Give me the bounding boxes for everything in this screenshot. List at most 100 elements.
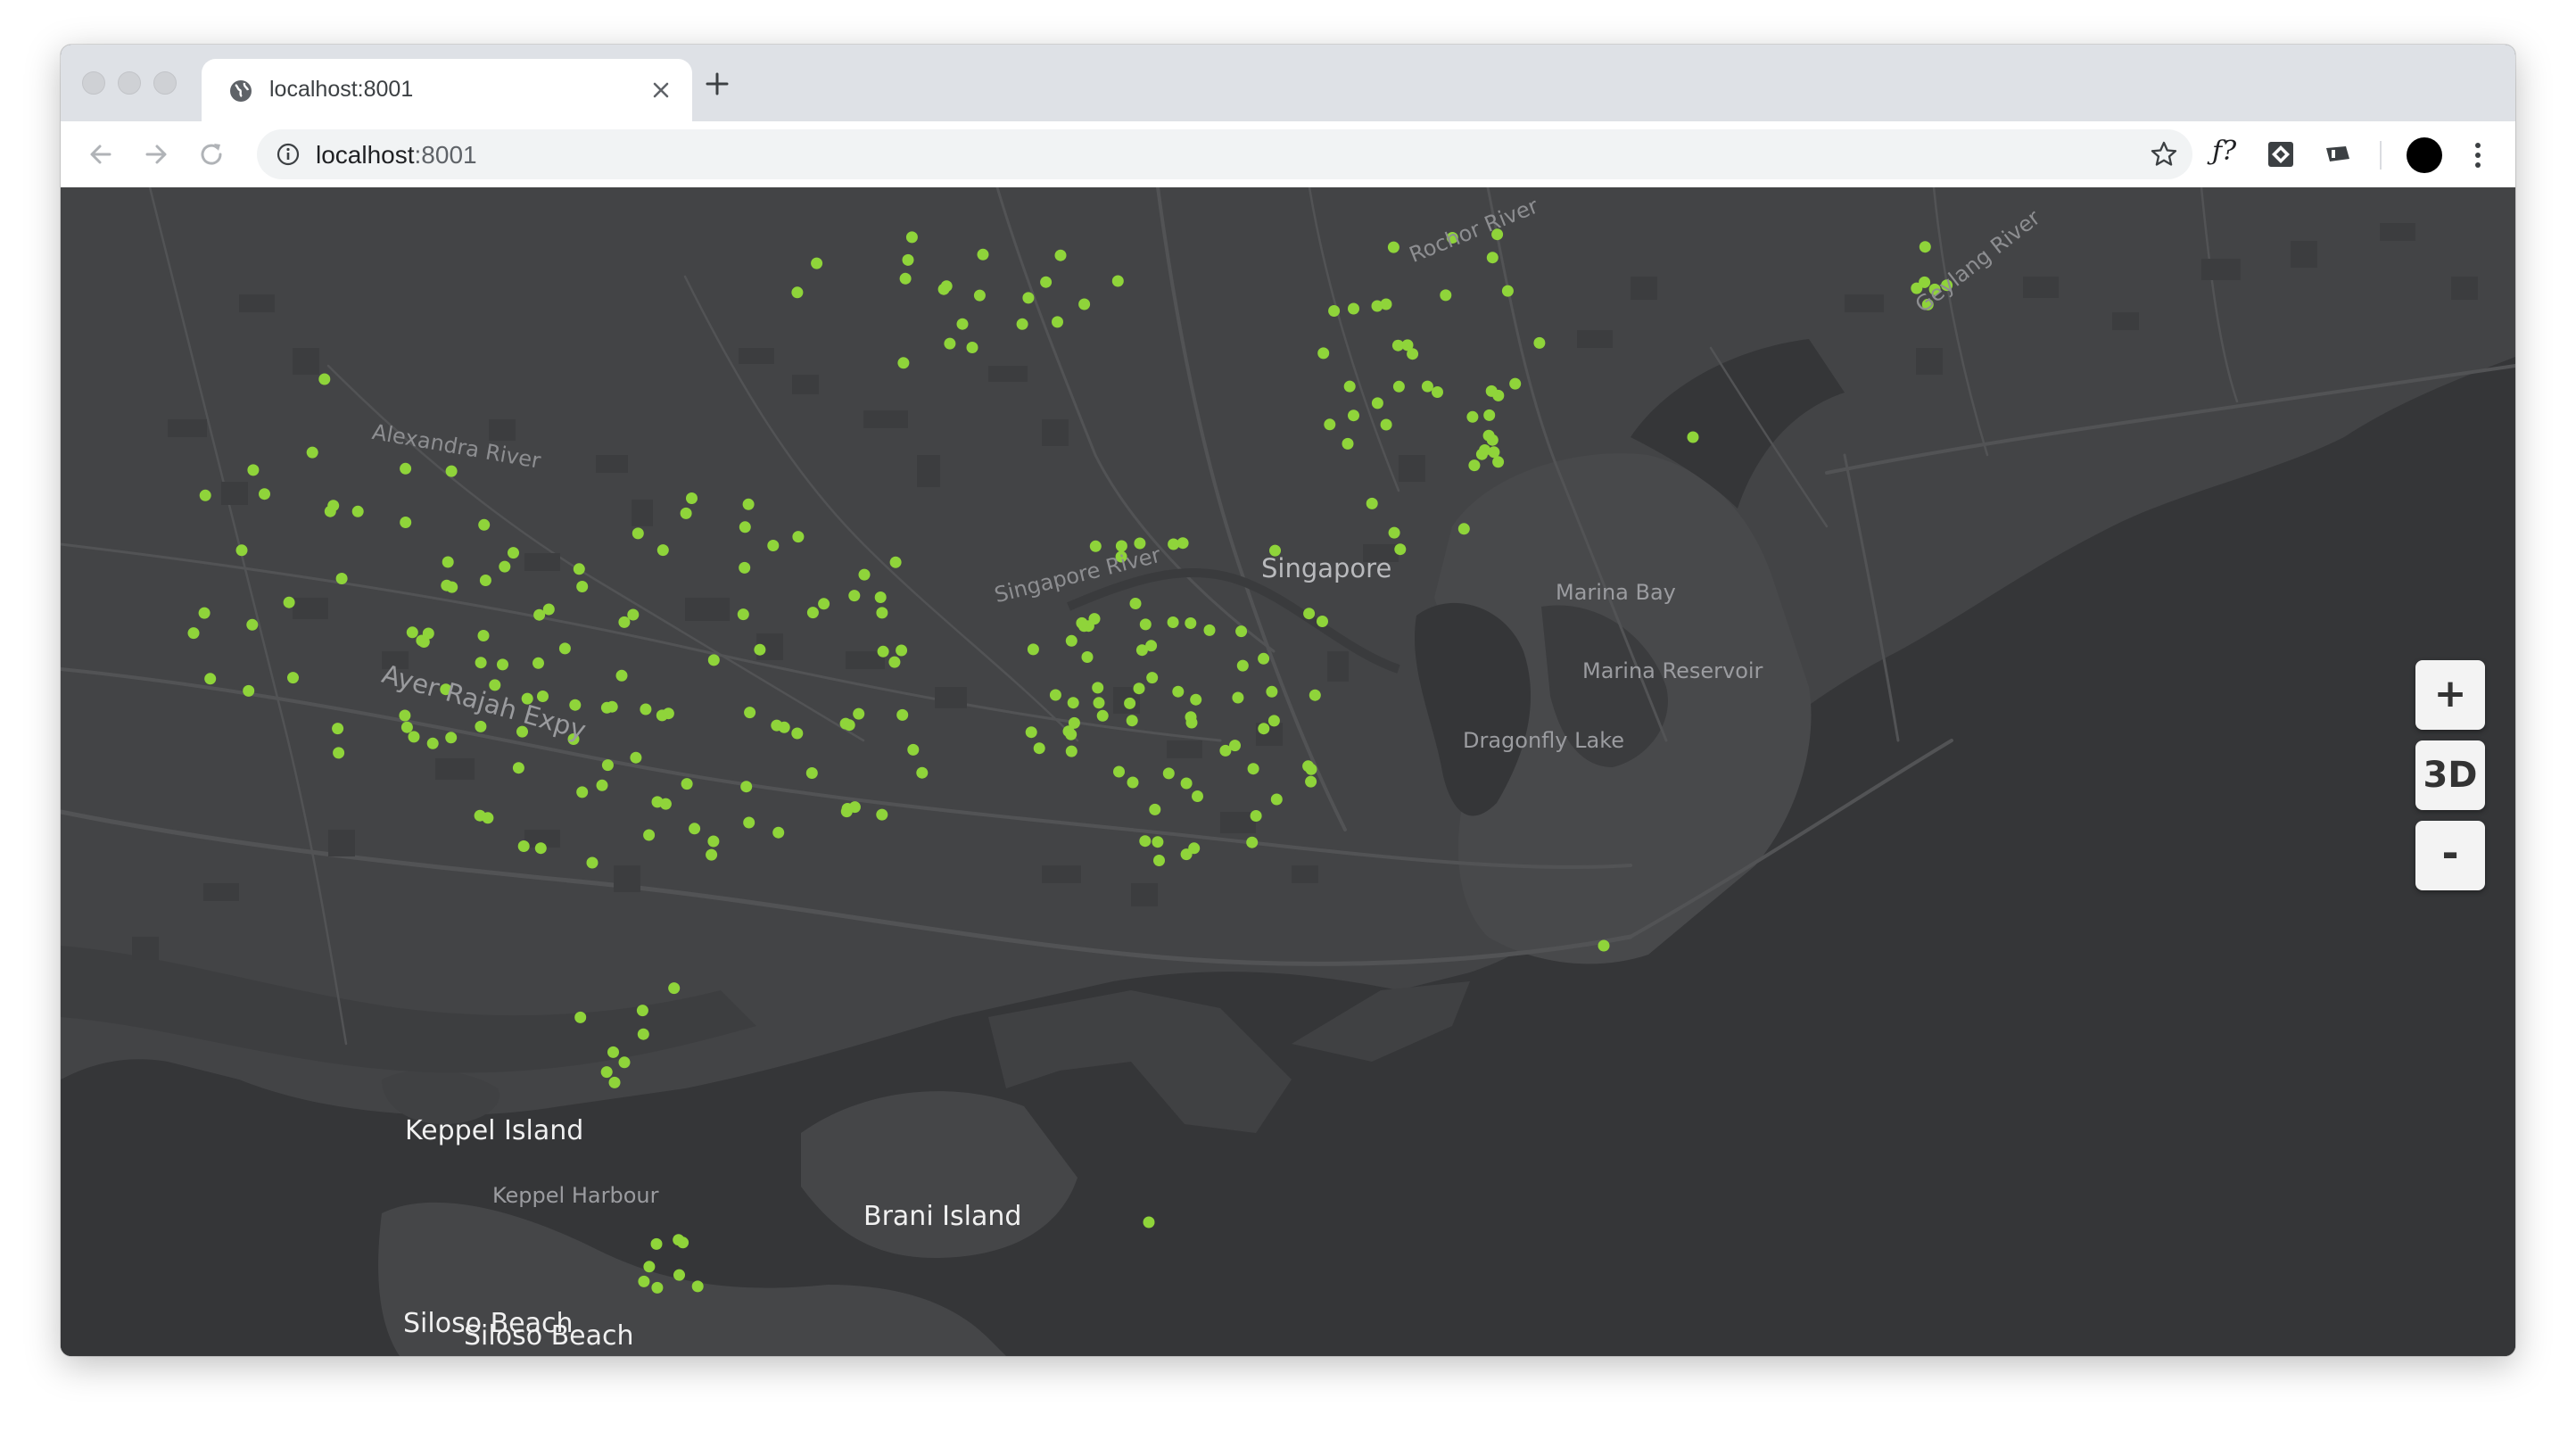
data-point	[1371, 300, 1383, 312]
data-point	[1027, 643, 1039, 656]
data-point	[876, 808, 888, 821]
new-tab-icon[interactable]	[699, 66, 735, 102]
data-point	[1305, 775, 1317, 788]
data-point	[907, 743, 920, 756]
close-icon[interactable]	[648, 77, 674, 103]
data-point	[638, 1275, 650, 1287]
minimize-window-button[interactable]	[118, 71, 141, 95]
data-point	[1067, 697, 1079, 709]
data-point	[1501, 285, 1514, 297]
data-point	[235, 544, 248, 557]
bookmark-star-icon[interactable]	[2150, 140, 2178, 169]
data-point	[853, 707, 865, 720]
data-point	[1270, 793, 1283, 806]
data-point	[896, 708, 909, 721]
data-point	[966, 342, 978, 353]
data-point	[482, 812, 494, 824]
zoom-out-button[interactable]: -	[2415, 821, 2485, 890]
data-point	[668, 982, 681, 995]
data-point	[632, 527, 644, 540]
data-point	[1127, 776, 1139, 789]
data-point	[1124, 697, 1136, 709]
data-point	[841, 803, 854, 815]
data-point	[618, 1056, 631, 1069]
maximize-window-button[interactable]	[153, 71, 177, 95]
data-point	[1348, 409, 1359, 422]
data-point	[1466, 410, 1479, 423]
data-point	[400, 462, 412, 475]
data-point	[899, 272, 912, 285]
data-point	[1040, 276, 1053, 288]
data-point	[805, 767, 818, 779]
data-point	[608, 1076, 621, 1088]
close-window-button[interactable]	[82, 71, 105, 95]
data-point	[1025, 726, 1037, 739]
map-canvas[interactable]: Singapore Marina Bay Marina Reservoir Dr…	[61, 187, 2515, 1356]
data-point	[1088, 613, 1101, 625]
data-point	[475, 657, 487, 669]
data-point	[333, 747, 345, 759]
data-point	[1246, 836, 1259, 848]
data-point	[318, 373, 331, 385]
data-point	[791, 727, 804, 740]
data-point	[1054, 249, 1067, 261]
data-point	[1168, 538, 1180, 550]
browser-tab[interactable]: localhost:8001	[202, 59, 692, 121]
data-point	[1162, 767, 1175, 780]
data-point	[475, 720, 487, 732]
data-point	[399, 709, 411, 722]
data-point	[1371, 397, 1383, 409]
data-point	[858, 568, 871, 581]
data-point	[1533, 336, 1546, 349]
data-point	[1492, 456, 1505, 468]
data-point	[1348, 302, 1359, 315]
label-singapore: Singapore	[1261, 553, 1392, 583]
toggle-3d-button[interactable]: 3D	[2415, 740, 2485, 810]
data-point	[477, 630, 490, 641]
data-point	[576, 581, 589, 592]
data-point	[351, 505, 364, 517]
address-bar[interactable]: localhost:8001	[257, 129, 2192, 179]
data-point	[1149, 803, 1161, 815]
kebab-menu-icon[interactable]	[2469, 139, 2487, 171]
forward-arrow-icon[interactable]	[141, 139, 171, 170]
code-extension-icon[interactable]	[2266, 139, 2296, 170]
data-point	[772, 826, 785, 839]
data-point	[445, 732, 458, 744]
label-siloso-beach-2: Siloso Beach	[464, 1320, 634, 1352]
data-point	[643, 829, 656, 841]
data-point	[406, 626, 418, 639]
data-point	[1394, 543, 1407, 556]
browser-toolbar: localhost:8001 ƒ?	[61, 121, 2515, 188]
data-point	[740, 781, 753, 793]
data-point	[574, 1011, 587, 1023]
data-point	[1188, 842, 1201, 855]
data-point	[259, 488, 270, 500]
data-point	[533, 657, 544, 669]
reload-icon[interactable]	[196, 139, 227, 170]
data-point	[791, 286, 804, 299]
data-point	[596, 779, 608, 791]
data-point	[977, 248, 989, 261]
data-point	[1457, 523, 1470, 535]
data-point	[1065, 728, 1077, 740]
data-point	[673, 1269, 685, 1281]
data-point	[916, 766, 929, 779]
data-point	[739, 521, 751, 534]
data-point	[1328, 305, 1341, 317]
data-point	[1065, 634, 1077, 647]
data-point	[691, 1280, 704, 1293]
data-point	[650, 1237, 663, 1250]
zoom-in-button[interactable]: +	[2415, 660, 2485, 730]
profile-avatar[interactable]	[2407, 137, 2442, 173]
info-icon[interactable]	[277, 143, 300, 166]
back-arrow-icon[interactable]	[86, 139, 116, 170]
data-point	[1078, 298, 1091, 310]
data-point	[706, 848, 718, 861]
data-point	[651, 1281, 664, 1294]
data-point	[848, 590, 861, 602]
data-point	[601, 759, 614, 772]
function-extension-icon[interactable]: ƒ?	[2212, 136, 2236, 167]
data-point	[1219, 744, 1232, 757]
ticket-extension-icon[interactable]	[2323, 139, 2353, 170]
